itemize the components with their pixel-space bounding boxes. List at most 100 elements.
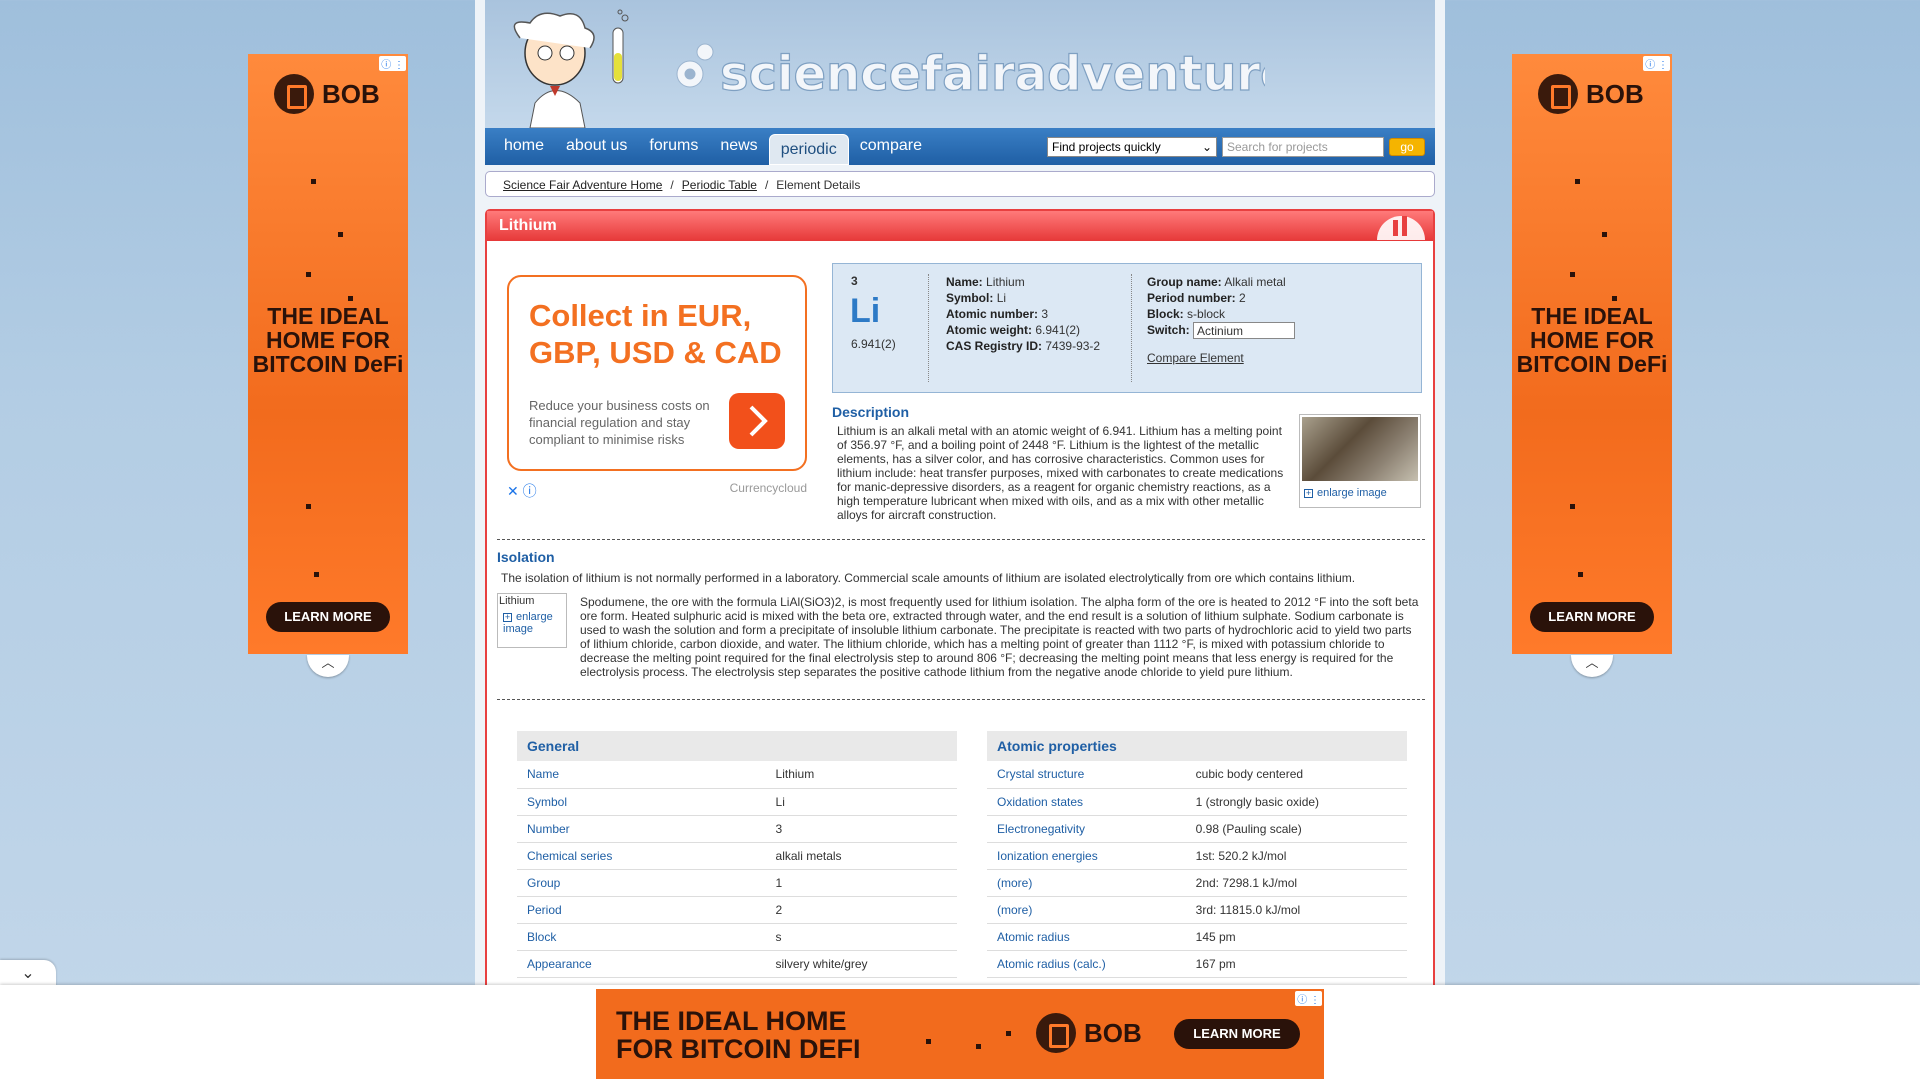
table-row: Block s bbox=[517, 923, 957, 951]
ad-card[interactable]: Collect in EUR, GBP, USD & CAD Reduce yo… bbox=[507, 275, 807, 471]
ad-headline: THE IDEAL HOME FOR BITCOIN DEFI bbox=[616, 1006, 861, 1064]
switch-element-select[interactable]: Actinium bbox=[1193, 322, 1296, 340]
table-row: (more) 2nd: 7298.1 kJ/mol bbox=[987, 869, 1407, 897]
property-name: Atomic radius (calc.) bbox=[987, 950, 1186, 978]
project-search: Find projects quickly ⌄ Search for projec… bbox=[1047, 137, 1425, 157]
property-name: Block bbox=[517, 923, 766, 951]
chevron-down-icon[interactable]: ⌄ bbox=[0, 960, 56, 988]
bob-logo: BOB bbox=[274, 74, 380, 114]
element-group-info: Group name: Alkali metal Period number: … bbox=[1147, 274, 1296, 366]
description-text: Lithium is an alkali metal with an atomi… bbox=[837, 424, 1284, 522]
property-value: 1 bbox=[765, 869, 957, 897]
property-value: 0.98 (Pauling scale) bbox=[1185, 815, 1407, 843]
bob-logo-icon bbox=[1538, 74, 1578, 114]
ad-arrow-button[interactable] bbox=[729, 393, 785, 449]
search-input[interactable]: Search for projects bbox=[1222, 137, 1384, 157]
breadcrumb: Science Fair Adventure Home / Periodic Tab… bbox=[485, 171, 1435, 197]
atomic-weight: 6.941(2) bbox=[851, 337, 896, 351]
broken-image-icon: Lithium bbox=[499, 595, 535, 607]
middle-ad[interactable]: Collect in EUR, GBP, USD & CAD Reduce yo… bbox=[507, 275, 807, 525]
find-projects-select[interactable]: Find projects quickly ⌄ bbox=[1047, 137, 1217, 157]
adchoices-icon[interactable]: ⓘ ⋮ bbox=[1643, 56, 1670, 71]
table-row: Crystal structure cubic body centered bbox=[987, 761, 1407, 789]
nav-item-about-us[interactable]: about us bbox=[555, 128, 638, 165]
adchoices-icon[interactable]: ⓘ ⋮ bbox=[1295, 991, 1322, 1006]
nav-item-forums[interactable]: forums bbox=[638, 128, 709, 165]
property-value: 1st: 520.2 kJ/mol bbox=[1185, 842, 1407, 870]
table-row: Number 3 bbox=[517, 815, 957, 843]
chevron-right-icon bbox=[749, 405, 768, 437]
enlarge-image-link[interactable]: + enlarge image bbox=[499, 611, 565, 635]
isolation-intro: The isolation of lithium is not normally… bbox=[501, 571, 1356, 585]
learn-more-button[interactable]: LEARN MORE bbox=[1530, 602, 1654, 632]
table-row: Oxidation states 1 (strongly basic oxide) bbox=[987, 788, 1407, 816]
property-value: Li bbox=[765, 788, 957, 816]
ad-brand: Currencycloud bbox=[729, 481, 807, 495]
isolation-image[interactable]: Lithium + enlarge image bbox=[497, 593, 567, 648]
ad-headline: Collect in EUR, GBP, USD & CAD bbox=[529, 298, 782, 370]
divider bbox=[497, 539, 1425, 540]
property-name: Period bbox=[517, 896, 766, 924]
element-panel: Lithium Collect in EUR, GBP, USD & CAD R… bbox=[485, 209, 1435, 1080]
isolation-heading: Isolation bbox=[497, 549, 555, 565]
property-value: alkali metals bbox=[765, 842, 957, 870]
bob-brand: BOB bbox=[322, 78, 380, 109]
left-skyscraper-ad[interactable]: ⓘ ⋮ BOB THE IDEAL HOME FOR BITCOIN DeFi … bbox=[248, 54, 408, 654]
table-row: Appearance silvery white/grey bbox=[517, 950, 957, 978]
flask-icon bbox=[1377, 216, 1425, 240]
chevron-up-icon[interactable]: ︿ bbox=[307, 655, 349, 677]
nav-item-news[interactable]: news bbox=[709, 128, 768, 165]
atomic-properties-heading: Atomic properties bbox=[987, 731, 1407, 761]
chevron-up-icon[interactable]: ︿ bbox=[1571, 655, 1613, 677]
isolation-text: Spodumene, the ore with the formula LiAl… bbox=[580, 595, 1419, 679]
table-row: Ionization energies 1st: 520.2 kJ/mol bbox=[987, 842, 1407, 870]
property-name: Symbol bbox=[517, 788, 766, 816]
property-value: 3 bbox=[765, 815, 957, 843]
bob-logo-icon bbox=[274, 74, 314, 114]
table-row: Atomic radius 145 pm bbox=[987, 923, 1407, 951]
property-name: (more) bbox=[987, 869, 1186, 897]
element-symbol: Li bbox=[850, 292, 881, 330]
close-ad-icon[interactable]: ✕ ⓘ bbox=[507, 483, 537, 499]
element-infobox: 3 Li 6.941(2) Name: Lithium Symbol: Li A… bbox=[832, 263, 1422, 393]
bob-logo: BOB bbox=[1036, 1013, 1142, 1053]
breadcrumb-home-link[interactable]: Science Fair Adventure Home bbox=[503, 178, 662, 192]
ad-headline: THE IDEAL HOME FOR BITCOIN DeFi bbox=[1516, 303, 1668, 377]
breadcrumb-periodic-link[interactable]: Periodic Table bbox=[682, 178, 757, 192]
compare-element-link[interactable]: Compare Element bbox=[1147, 351, 1244, 365]
breadcrumb-separator: / bbox=[764, 178, 769, 192]
bob-logo-icon bbox=[1036, 1013, 1076, 1053]
property-name: (more) bbox=[987, 896, 1186, 924]
go-button[interactable]: go bbox=[1389, 138, 1425, 156]
right-skyscraper-ad[interactable]: ⓘ ⋮ BOB THE IDEAL HOME FOR BITCOIN DeFi … bbox=[1512, 54, 1672, 654]
enlarge-image-link[interactable]: + enlarge image bbox=[1304, 487, 1387, 499]
table-row: Name Lithium bbox=[517, 761, 957, 789]
property-name: Group bbox=[517, 869, 766, 897]
property-name: Number bbox=[517, 815, 766, 843]
atomic-number: 3 bbox=[851, 274, 858, 288]
property-name: Chemical series bbox=[517, 842, 766, 870]
learn-more-button[interactable]: LEARN MORE bbox=[266, 602, 390, 632]
lithium-photo[interactable] bbox=[1302, 417, 1418, 481]
bottom-ad[interactable]: ⓘ ⋮ THE IDEAL HOME FOR BITCOIN DEFI BOB … bbox=[596, 989, 1324, 1079]
adchoices-icon[interactable]: ⓘ ⋮ bbox=[379, 56, 406, 71]
breadcrumb-current: Element Details bbox=[776, 178, 861, 192]
nav-item-home[interactable]: home bbox=[493, 128, 555, 165]
table-row: Symbol Li bbox=[517, 788, 957, 816]
breadcrumb-separator: / bbox=[670, 178, 674, 192]
nav-item-compare[interactable]: compare bbox=[849, 128, 933, 165]
property-name: Oxidation states bbox=[987, 788, 1186, 816]
element-photo[interactable]: + enlarge image bbox=[1299, 414, 1421, 508]
table-row: Period 2 bbox=[517, 896, 957, 924]
nav-item-periodic[interactable]: periodic bbox=[768, 134, 849, 165]
chevron-down-icon: ⌄ bbox=[1201, 140, 1212, 154]
general-table: General Name Lithium Symbol Li Number 3 Chemic… bbox=[517, 731, 957, 1005]
site-logo[interactable]: sciencefairadventure bbox=[665, 14, 1265, 104]
property-name: Name bbox=[517, 761, 766, 789]
property-value: 2nd: 7298.1 kJ/mol bbox=[1185, 869, 1407, 897]
property-value: Lithium bbox=[765, 761, 957, 789]
general-heading: General bbox=[517, 731, 957, 761]
table-row: (more) 3rd: 11815.0 kJ/mol bbox=[987, 896, 1407, 924]
property-value: silvery white/grey bbox=[765, 950, 957, 978]
learn-more-button[interactable]: LEARN MORE bbox=[1174, 1019, 1300, 1049]
